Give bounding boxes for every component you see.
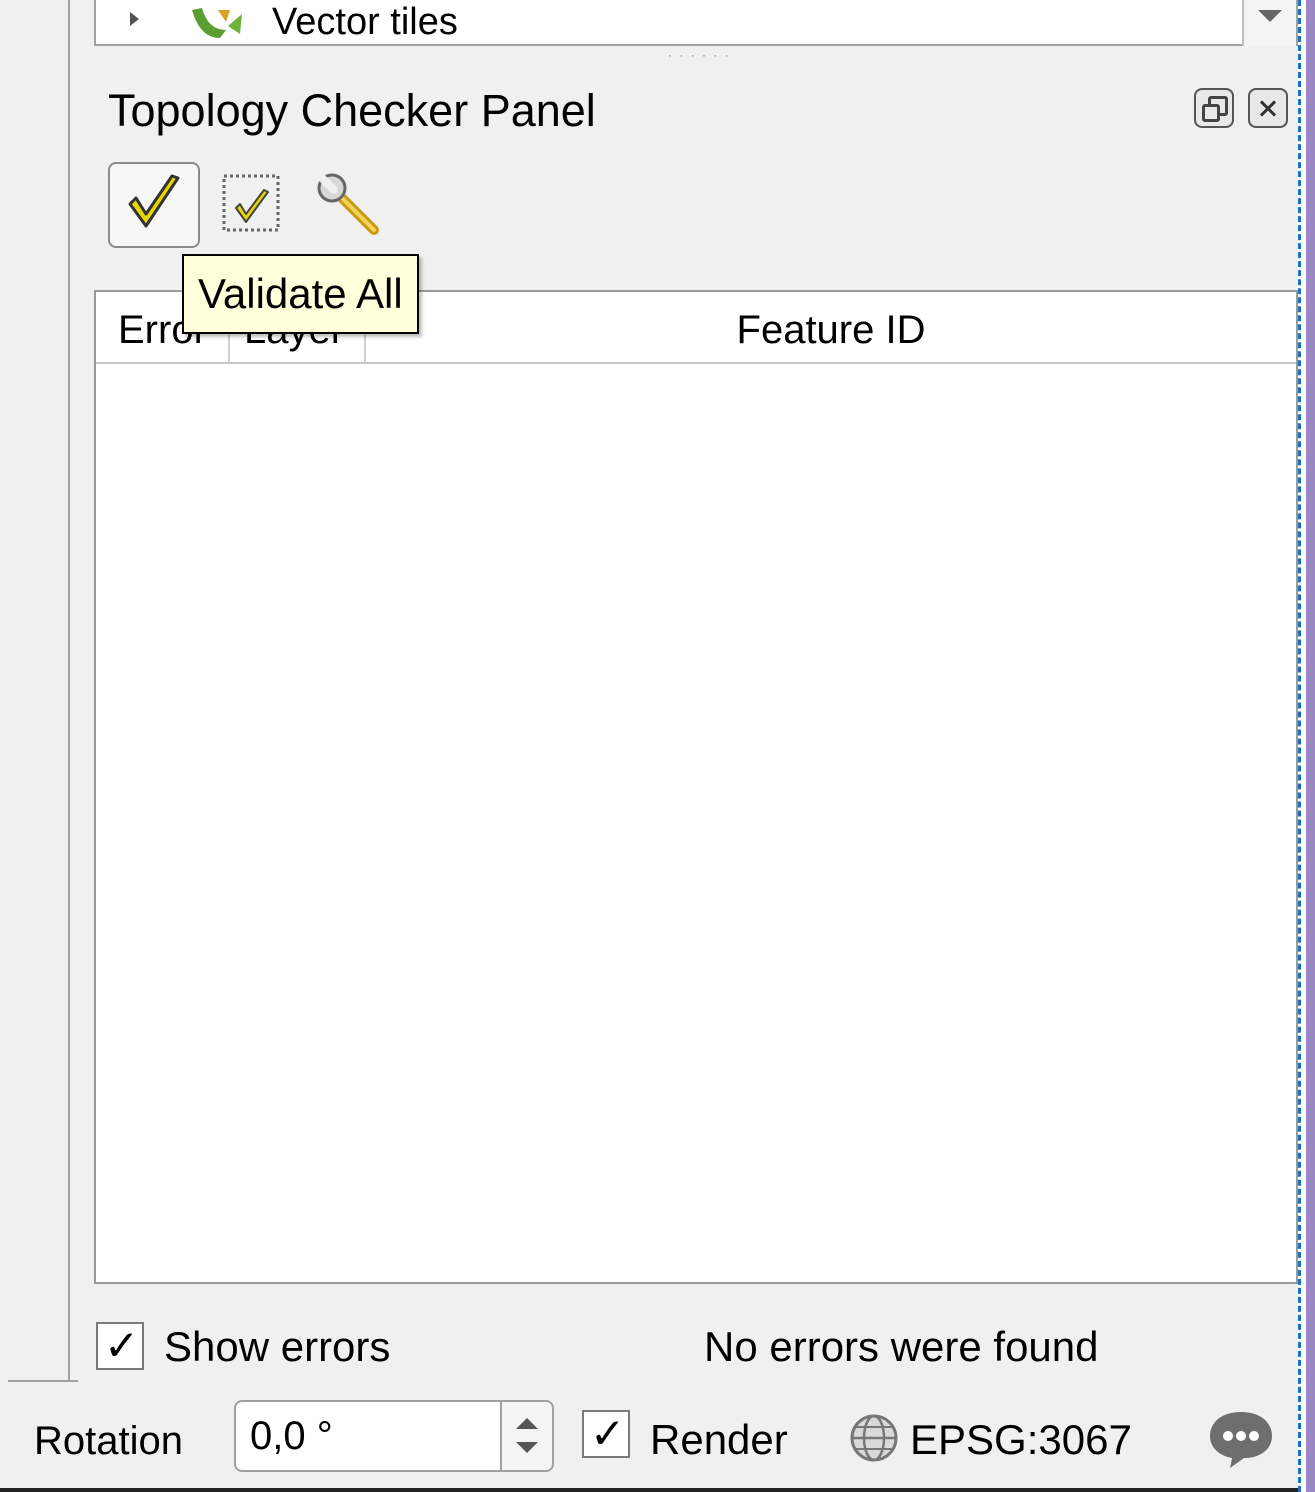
tree-scroll-down-button[interactable] <box>1242 0 1296 46</box>
render-label[interactable]: Render <box>650 1412 788 1468</box>
close-panel-button[interactable] <box>1248 88 1288 128</box>
left-dock-strip <box>0 0 70 1380</box>
vector-tiles-icon <box>192 8 242 38</box>
panel-title: Topology Checker Panel <box>108 85 596 136</box>
checkbox-check-icon: ✓ <box>104 1322 140 1369</box>
column-header-feature-id[interactable]: Feature ID <box>366 292 1296 362</box>
map-canvas-purple-strip <box>1306 0 1315 1492</box>
crs-label[interactable]: EPSG:3067 <box>910 1412 1132 1468</box>
rotation-label: Rotation <box>34 1419 183 1463</box>
render-checkbox[interactable]: ✓ <box>582 1410 630 1458</box>
window-bottom-border <box>0 1488 1298 1492</box>
checkbox-check-icon: ✓ <box>590 1410 626 1457</box>
show-errors-label[interactable]: Show errors <box>164 1320 390 1374</box>
rotation-spin-buttons[interactable] <box>500 1400 554 1472</box>
statusbar-divider <box>8 1380 78 1382</box>
speech-bubble-icon[interactable] <box>1206 1408 1276 1470</box>
layer-tree-item-label: Vector tiles <box>272 1 458 43</box>
wrench-icon[interactable] <box>312 168 384 240</box>
dock-splitter-handle[interactable]: · · · · · · <box>668 49 732 61</box>
float-panel-button[interactable] <box>1194 88 1234 128</box>
errors-table[interactable] <box>94 290 1298 1284</box>
validation-status-text: No errors were found <box>704 1323 1099 1370</box>
validate-all-tooltip: Validate All <box>182 254 419 334</box>
rotation-input[interactable]: 0,0 ° <box>234 1400 502 1472</box>
validate-extent-icon[interactable] <box>218 170 284 236</box>
expand-arrow-icon[interactable] <box>130 12 139 26</box>
checkmark-icon <box>128 174 180 228</box>
validate-all-button[interactable] <box>108 162 200 248</box>
globe-icon[interactable] <box>846 1410 902 1466</box>
show-errors-checkbox[interactable]: ✓ <box>96 1322 144 1370</box>
